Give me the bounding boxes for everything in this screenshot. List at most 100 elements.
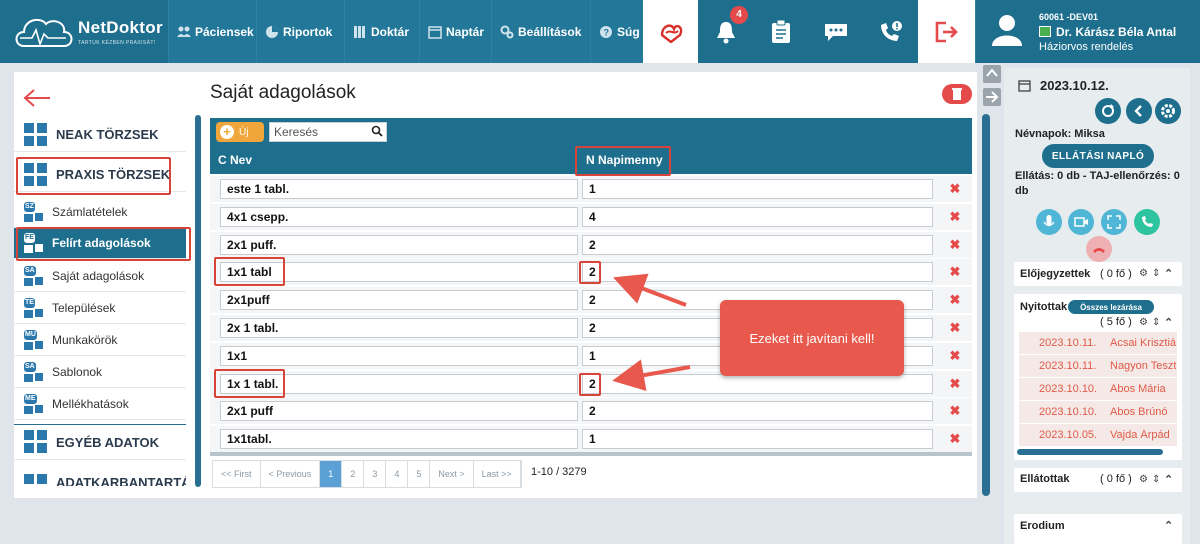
patients-scrollbar[interactable]	[1017, 449, 1163, 455]
delete-row-icon[interactable]: ✖	[948, 182, 962, 196]
sidebar-category-egyeb[interactable]: EGYÉB ADATOK	[14, 424, 186, 460]
chevron-up-icon[interactable]: ⌃	[1164, 519, 1173, 532]
sidebar-category-adatkarbantartas[interactable]: ADATKARBANTARTÁS	[14, 470, 186, 486]
chevron-up-icon[interactable]: ⌃	[1164, 267, 1173, 280]
napimenny-input[interactable]: 4	[582, 206, 933, 227]
nav-doktar[interactable]: Doktár	[344, 0, 419, 63]
delete-row-icon[interactable]: ✖	[948, 404, 962, 418]
section-title: Ellátottak	[1020, 473, 1070, 485]
search-input[interactable]: Keresés	[269, 122, 387, 142]
nav-beallitasok[interactable]: Beállítások	[491, 0, 590, 63]
previous-day-button[interactable]	[1126, 98, 1152, 124]
delete-row-icon[interactable]: ✖	[948, 321, 962, 335]
phone-button[interactable]	[863, 0, 918, 63]
osszes-lezarasa-button[interactable]: Összes lezárása	[1068, 300, 1154, 314]
ellatasi-naplo-button[interactable]: ELLÁTÁSI NAPLÓ	[1042, 144, 1154, 168]
new-button[interactable]: + Új	[216, 122, 264, 142]
patient-list-item[interactable]: 2023.10.10. Abos Brúnó	[1019, 401, 1177, 424]
pager-button[interactable]: 3	[364, 461, 387, 487]
documents-button[interactable]	[753, 0, 808, 63]
sidebar-category-praxis[interactable]: PRAXIS TÖRZSEK	[14, 158, 186, 192]
logout-button[interactable]	[918, 0, 975, 63]
pager-button[interactable]: Last >>	[473, 461, 521, 487]
delete-all-button[interactable]	[942, 84, 972, 104]
nev-input[interactable]: 4x1 csepp.	[220, 206, 578, 227]
netdoktor-logo[interactable]: NetDoktor TARTUK KÉZBEN PRAXISÁT!	[12, 12, 163, 52]
table-hscrollbar[interactable]	[210, 452, 972, 456]
expand-right-button[interactable]	[983, 88, 1001, 106]
page-scrollbar[interactable]	[982, 114, 990, 496]
pager-button[interactable]: << First	[213, 461, 261, 487]
nav-sugo[interactable]: ? Súg	[590, 0, 643, 63]
nev-input[interactable]: 1x1 tabl	[220, 262, 578, 283]
hangup-button[interactable]	[1086, 236, 1112, 262]
pager-button[interactable]: 1	[320, 461, 343, 487]
nev-input[interactable]: 2x1 puff.	[220, 234, 578, 255]
delete-row-icon[interactable]: ✖	[948, 265, 962, 279]
collapse-up-button[interactable]	[983, 65, 1001, 83]
video-button[interactable]	[1068, 209, 1094, 235]
patient-list-item[interactable]: 2023.10.11. Nagyon Teszt	[1019, 355, 1177, 378]
sidebar-scrollbar[interactable]	[195, 115, 201, 487]
delete-row-icon[interactable]: ✖	[948, 209, 962, 224]
pager-button[interactable]: < Previous	[260, 461, 321, 487]
napimenny-input[interactable]: 2	[582, 234, 933, 255]
sidebar-item-szamlatetelek[interactable]: SZ Számlatételek	[14, 197, 186, 228]
delete-row-icon[interactable]: ✖	[948, 376, 962, 391]
pager-button[interactable]: 5	[408, 461, 431, 487]
sort-icon[interactable]: ⇕	[1152, 317, 1160, 328]
delete-row-icon[interactable]: ✖	[948, 432, 962, 446]
napimenny-input[interactable]: 2	[582, 262, 933, 283]
nev-input[interactable]: este 1 tabl.	[220, 179, 578, 199]
delete-row-icon[interactable]: ✖	[948, 293, 962, 307]
napimenny-input[interactable]: 2	[582, 401, 933, 422]
column-header-nev[interactable]: C Nev	[210, 146, 578, 174]
nav-naptar[interactable]: Naptár	[419, 0, 491, 63]
nav-label: Páciensek	[195, 24, 254, 39]
gear-icon[interactable]: ⚙	[1139, 317, 1148, 328]
sidebar-category-neak[interactable]: NEAK TÖRZSEK	[14, 118, 186, 152]
nev-input[interactable]: 2x1 puff	[220, 401, 578, 422]
nev-input[interactable]: 2x1puff	[220, 290, 578, 311]
chevron-up-icon[interactable]: ⌃	[1164, 473, 1173, 486]
search-icon[interactable]	[371, 125, 383, 137]
patient-list-item[interactable]: 2023.10.05. Vajda Árpád	[1019, 424, 1177, 447]
sidebar-item-sajat-adagolasok[interactable]: SA Saját adagolások	[14, 261, 186, 292]
delete-row-icon[interactable]: ✖	[948, 348, 962, 363]
sort-icon[interactable]: ⇕	[1152, 268, 1160, 279]
gear-icon[interactable]: ⚙	[1139, 268, 1148, 279]
back-arrow-icon[interactable]	[22, 88, 52, 108]
napimenny-input[interactable]: 1	[582, 179, 933, 199]
nev-input[interactable]: 2x 1 tabl.	[220, 318, 578, 338]
nav-pacientek[interactable]: Páciensek	[168, 0, 256, 63]
fullscreen-button[interactable]	[1101, 209, 1127, 235]
settings-button[interactable]	[1155, 98, 1181, 124]
messages-button[interactable]	[808, 0, 863, 63]
sort-icon[interactable]: ⇕	[1152, 474, 1160, 485]
pager-button[interactable]: 4	[386, 461, 409, 487]
sidebar-item-felirt-adagolasok[interactable]: FE Felírt adagolások	[14, 228, 186, 259]
nav-riportok[interactable]: Riportok	[256, 0, 344, 63]
nev-input[interactable]: 1x1tabl.	[220, 429, 578, 450]
user-profile[interactable]: 60061 -DEV01 Dr. Kárász Béla Antal Házio…	[975, 0, 1200, 63]
chevron-up-icon[interactable]: ⌃	[1164, 316, 1173, 329]
napimenny-input[interactable]: 1	[582, 429, 933, 450]
eeszt-button[interactable]	[643, 0, 698, 63]
delete-row-icon[interactable]: ✖	[948, 237, 962, 252]
refresh-button[interactable]	[1095, 98, 1121, 124]
pager-button[interactable]: 2	[342, 461, 365, 487]
microphone-button[interactable]	[1036, 209, 1062, 235]
nev-input[interactable]: 1x 1 tabl.	[220, 373, 578, 394]
column-header-napimenny[interactable]: N Napimenny	[578, 146, 972, 174]
pager-button[interactable]: Next >	[430, 461, 474, 487]
patient-list-item[interactable]: 2023.10.11. Acsai Krisztiá	[1019, 332, 1177, 355]
sidebar-item-sablonok[interactable]: SA Sablonok	[14, 357, 186, 388]
sidebar-item-mellekhatasok[interactable]: ME Mellékhatások	[14, 389, 186, 420]
sidebar-item-telepulesek[interactable]: TE Települések	[14, 293, 186, 324]
gear-icon[interactable]: ⚙	[1139, 474, 1148, 485]
sidebar-item-munkakorok[interactable]: MU Munkakörök	[14, 325, 186, 356]
call-button[interactable]	[1134, 209, 1160, 235]
nev-input[interactable]: 1x1	[220, 345, 578, 366]
napimenny-input[interactable]: 2	[582, 373, 933, 394]
patient-list-item[interactable]: 2023.10.10. Abos Mária	[1019, 378, 1177, 401]
